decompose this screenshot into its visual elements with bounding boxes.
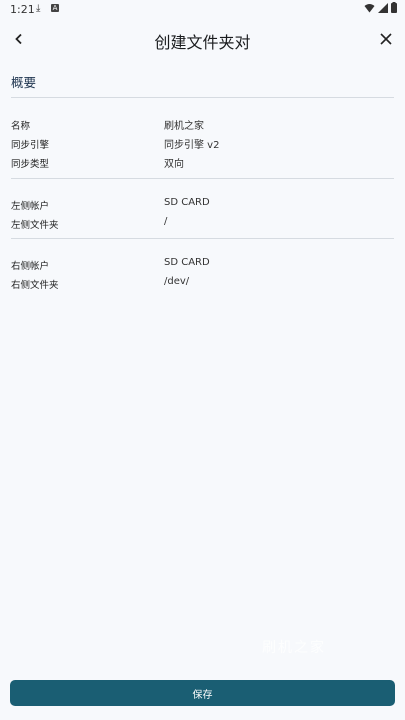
- info-row-left-folder: 左侧文件夹 /: [0, 214, 405, 232]
- save-button[interactable]: 保存: [10, 680, 395, 706]
- status-bar: 1:21 ⤓ A: [0, 0, 405, 18]
- info-row-engine: 同步引擎 同步引擎 v2: [0, 134, 405, 152]
- app-bar: 创建文件夹对: [0, 20, 405, 58]
- download-icon: ⤓: [36, 3, 41, 14]
- info-label: 名称: [11, 121, 31, 132]
- info-label: 左侧帐户: [11, 201, 50, 212]
- status-time: 1:21: [10, 3, 35, 16]
- info-row-right-account: 右侧帐户 SD CARD: [0, 255, 405, 273]
- info-label: 同步类型: [11, 159, 50, 170]
- notification-icon: A: [51, 4, 59, 12]
- divider: [11, 238, 394, 239]
- status-icons: [364, 2, 397, 13]
- divider: [11, 178, 394, 179]
- info-value: /: [164, 216, 168, 227]
- info-label: 右侧帐户: [11, 261, 50, 272]
- battery-icon: [391, 2, 397, 13]
- info-label: 左侧文件夹: [11, 220, 59, 231]
- info-value: /dev/: [164, 276, 190, 287]
- info-label: 同步引擎: [11, 140, 50, 151]
- info-row-left-account: 左侧帐户 SD CARD: [0, 195, 405, 213]
- info-row-type: 同步类型 双向: [0, 153, 405, 171]
- section-title: 概要: [11, 75, 37, 90]
- info-row-name: 名称 刷机之家: [0, 115, 405, 133]
- wifi-icon: [364, 3, 375, 12]
- info-row-right-folder: 右侧文件夹 /dev/: [0, 274, 405, 292]
- info-value: 刷机之家: [164, 121, 204, 132]
- page-title: 创建文件夹对: [154, 33, 251, 52]
- signal-icon: [378, 2, 388, 13]
- close-button[interactable]: [373, 26, 399, 52]
- info-value: 同步引擎 v2: [164, 140, 220, 151]
- info-label: 右侧文件夹: [11, 280, 59, 291]
- divider: [11, 97, 394, 98]
- close-icon: [380, 33, 392, 45]
- info-value: 双向: [164, 159, 184, 170]
- watermark: 刷机之家: [262, 640, 326, 656]
- info-value: SD CARD: [164, 197, 210, 208]
- info-value: SD CARD: [164, 257, 210, 268]
